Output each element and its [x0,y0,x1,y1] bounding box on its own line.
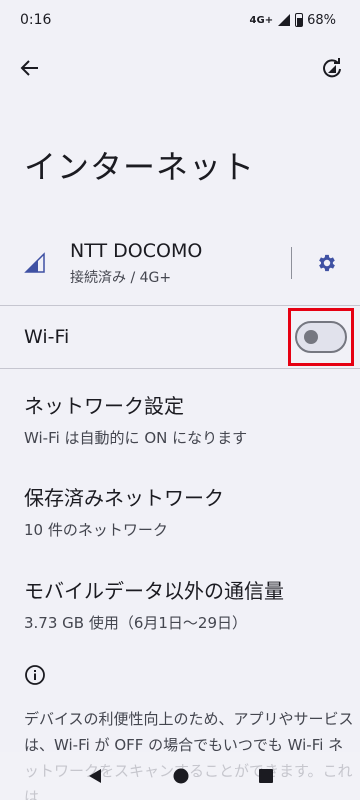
toggle-knob [304,330,318,344]
carrier-status: 接続済み / 4G+ [70,269,172,286]
info-icon [25,665,45,685]
wifi-label: Wi-Fi [24,326,70,348]
carrier-settings-button[interactable] [314,252,340,274]
wifi-toggle[interactable] [295,321,347,353]
item-subtitle: 10 件のネットワーク [24,521,168,539]
nav-back-icon[interactable] [87,768,103,784]
item-subtitle: Wi-Fi は自動的に ON になります [24,429,248,447]
reset-network-button[interactable] [316,52,348,84]
item-title: ネットワーク設定 [24,394,184,418]
saved-networks-item[interactable]: 保存済みネットワーク 10 件のネットワーク [24,482,344,540]
app-bar [0,48,360,88]
vertical-divider [291,247,292,279]
item-title: モバイルデータ以外の通信量 [24,579,284,603]
gear-icon [319,254,335,272]
network-type: 4G+ [249,14,274,26]
nav-recents-icon[interactable] [259,769,273,783]
carrier-name: NTT DOCOMO [70,239,203,262]
non-mobile-data-usage-item[interactable]: モバイルデータ以外の通信量 3.73 GB 使用（6月1日〜29日） [24,575,344,633]
carrier-row[interactable]: NTT DOCOMO 接続済み / 4G+ [0,228,360,298]
nav-home-icon[interactable] [173,768,189,784]
item-title: 保存済みネットワーク [24,486,224,510]
page-title: インターネット [24,148,256,186]
divider [0,368,360,369]
signal-icon [24,252,45,273]
status-icons: 4G+ 68% [250,13,336,28]
item-subtitle: 3.73 GB 使用（6月1日〜29日） [24,614,248,632]
carrier-signal [0,252,70,274]
status-bar: 0:16 4G+ 68% [0,0,360,40]
signal-strength-icon [278,14,291,26]
reset-network-icon [323,58,341,78]
battery-icon [295,13,304,27]
arrow-back-icon [20,60,38,76]
wifi-toggle-highlight [288,308,354,366]
battery-level: 68% [307,12,336,28]
carrier-texts: NTT DOCOMO 接続済み / 4G+ [70,240,291,287]
back-button[interactable] [14,52,46,84]
system-navigation-bar [0,752,360,800]
status-time: 0:16 [20,12,52,28]
network-settings-item[interactable]: ネットワーク設定 Wi-Fi は自動的に ON になります [24,390,344,448]
